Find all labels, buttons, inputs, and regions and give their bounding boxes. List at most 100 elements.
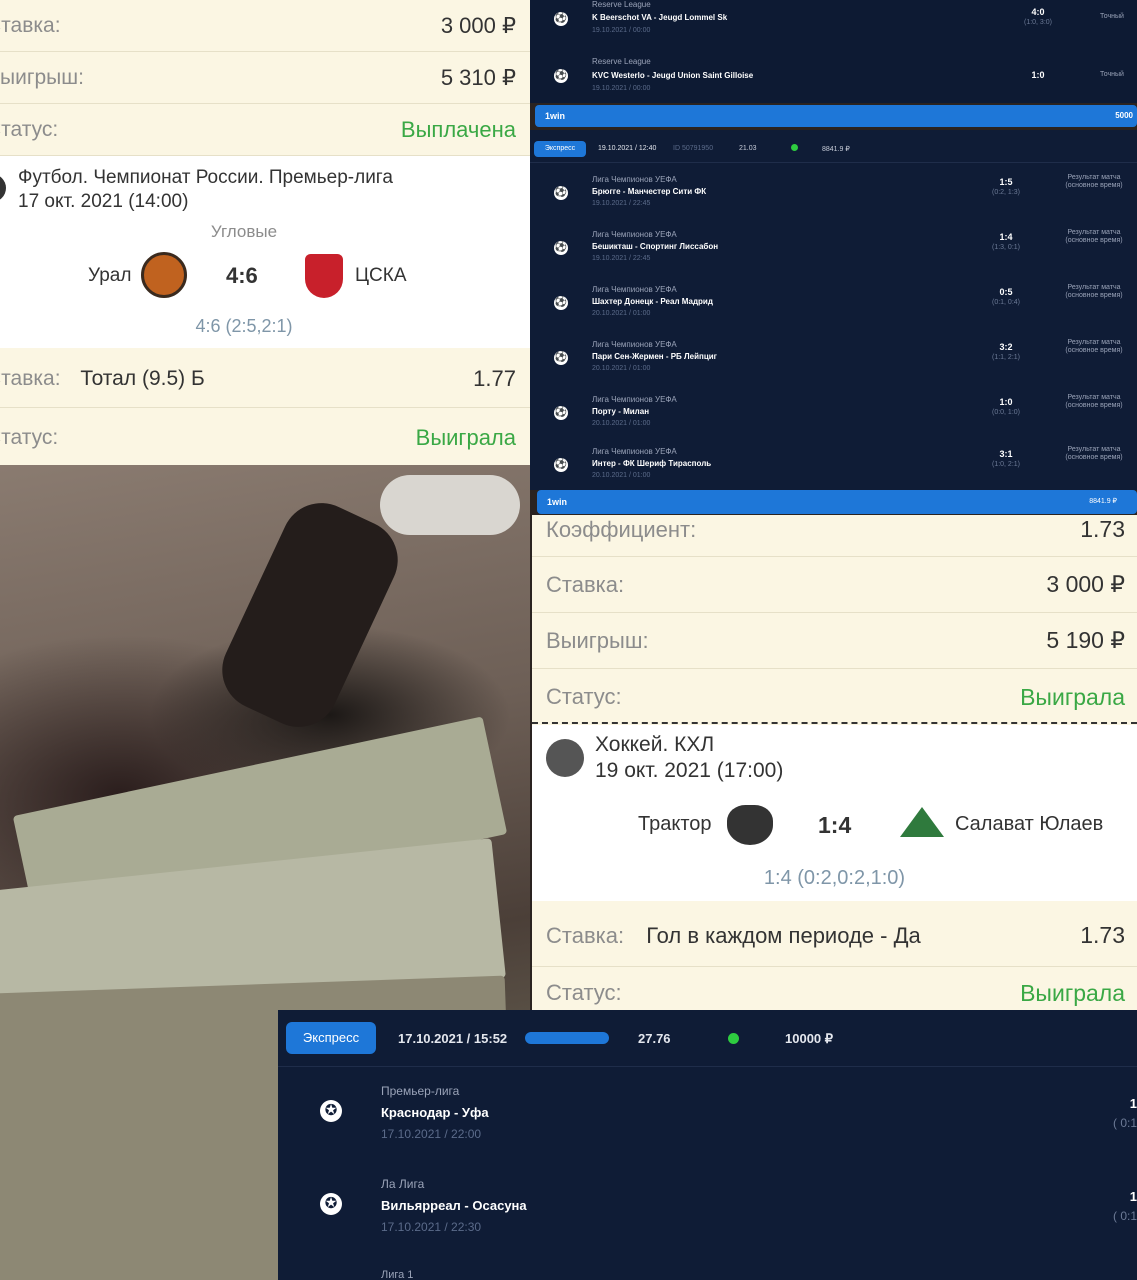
payout-value: 5 310 ₽: [440, 64, 516, 90]
event-league: Лига Чемпионов УЕФА: [592, 285, 677, 294]
football-icon: ⚽: [554, 69, 568, 83]
event-league: Лига Чемпионов УЕФА: [592, 395, 677, 404]
event-score: 1:0: [1031, 70, 1045, 80]
event-market: Результат матча (основное время): [1065, 446, 1123, 461]
match-info: Хоккей. КХЛ 19 окт. 2021 (17:00) Трактор…: [532, 725, 1137, 901]
event-row[interactable]: ⚽ Лига Чемпионов УЕФА Бешикташ - Спортин…: [530, 225, 1137, 277]
score-detail: 4:6 (2:5,2:1): [195, 316, 293, 336]
payout-label: Выигрыш:: [546, 627, 649, 653]
event-row[interactable]: ⚽ Лига Чемпионов УЕФА Брюгге - Манчестер…: [530, 170, 1137, 222]
football-icon: ✪: [320, 1100, 342, 1122]
match-date: 17 окт. 2021 (14:00): [18, 191, 189, 212]
event-row[interactable]: ⚽ Лига Чемпионов УЕФА Пари Сен-Жермен - …: [530, 335, 1137, 387]
event-score-detail: (1:1, 2:1): [991, 354, 1020, 361]
hidden-id-bar: [525, 1032, 609, 1044]
coef-row: Коэффициент: 1.73: [532, 503, 1137, 557]
match-info: Футбол. Чемпионат России. Премьер-лига 1…: [0, 156, 530, 348]
football-icon: ✪: [320, 1193, 342, 1215]
event-market: Точный: [1100, 13, 1124, 20]
event-date: 19.10.2021 / 00:00: [592, 85, 651, 92]
home-team: Урал: [88, 265, 132, 286]
event-row[interactable]: ⚽ Лига Чемпионов УЕФА Порту - Милан 20.1…: [530, 390, 1137, 442]
event-league: Reserve League: [592, 0, 651, 9]
bet-row: Ставка: Тотал (9.5) Б 1.77: [0, 350, 530, 408]
event-date: 17.10.2021 / 22:00: [381, 1127, 482, 1141]
status-value: Выиграла: [1020, 683, 1125, 710]
away-team: ЦСКА: [355, 265, 407, 286]
event-score: 1: [1129, 1189, 1137, 1204]
bet-label-text: Ставка:: [0, 366, 61, 390]
football-icon: ⚽: [554, 241, 568, 255]
event-teams: Вильярреал - Осасуна: [381, 1198, 527, 1213]
bet-selection: Тотал (9.5) Б: [80, 366, 205, 390]
event-league: Премьер-лига: [381, 1084, 460, 1098]
football-icon: [0, 174, 6, 202]
event-league: Ла Лига: [381, 1177, 425, 1191]
event-row[interactable]: ⚽ Лига Чемпионов УЕФА Шахтер Донецк - Ре…: [530, 280, 1137, 332]
event-league: Лига Чемпионов УЕФА: [592, 340, 677, 349]
hockey-puck-icon: [546, 739, 584, 777]
event-market: Результат матча (основное время): [1065, 394, 1123, 409]
event-row[interactable]: Лига 1: [278, 1266, 1137, 1280]
cloth-shape: [380, 475, 520, 535]
bet-card-hockey: Коэффициент: 1.73 Ставка: 3 000 ₽ Выигры…: [532, 515, 1137, 1010]
status-value: Выплачена: [400, 116, 516, 142]
bet-odds: 1.77: [473, 365, 516, 391]
result-row: Статус: Выиграла: [532, 973, 1137, 1013]
event-row[interactable]: ✪ Ла Лига Вильярреал - Осасуна 17.10.202…: [278, 1173, 1137, 1263]
football-icon: ⚽: [554, 458, 568, 472]
event-market: Результат матча (основное время): [1065, 174, 1123, 189]
event-score: 1: [1129, 1096, 1137, 1111]
bet-label: Ставка: Тотал (9.5) Б: [0, 367, 205, 391]
result-row: Статус: Выиграла: [0, 410, 530, 465]
event-date: 20.10.2021 / 01:00: [592, 310, 651, 317]
event-score: 1:5: [999, 177, 1013, 187]
event-date: 20.10.2021 / 01:00: [592, 420, 651, 427]
event-score-detail: (1:0, 3:0): [1023, 19, 1052, 26]
event-teams: K Beerschot VA - Jeugd Lommel Sk: [592, 13, 728, 22]
away-team: Салават Юлаев: [955, 813, 1104, 835]
coef-value: 1.73: [1080, 516, 1125, 542]
football-icon: ⚽: [554, 406, 568, 420]
match-score: 1:4: [818, 812, 852, 838]
event-date: 19.10.2021 / 22:45: [592, 200, 651, 207]
status-label: Статус:: [0, 117, 59, 141]
event-teams: Пари Сен-Жермен - РБ Лейпциг: [592, 352, 718, 361]
stake-label: Ставка:: [546, 571, 625, 597]
cska-logo-icon: [305, 254, 343, 298]
status-dot-icon: [728, 1033, 739, 1044]
divider: [530, 162, 1137, 163]
status-row: Статус: Выплачена: [0, 104, 530, 156]
stake-label: Ставка:: [0, 13, 61, 37]
football-icon: ⚽: [554, 186, 568, 200]
express-amount: 10000 ₽: [785, 1031, 834, 1046]
express-coef: 21.03: [739, 145, 757, 152]
football-icon: ⚽: [554, 12, 568, 26]
status-label: Статус:: [546, 684, 622, 709]
express-tag[interactable]: Экспресс: [286, 1022, 376, 1054]
result-label: Статус:: [546, 980, 622, 1005]
hand-shape: [209, 489, 411, 741]
event-row[interactable]: ⚽ Лига Чемпионов УЕФА Интер - ФК Шериф Т…: [530, 445, 1137, 490]
event-league: Лига Чемпионов УЕФА: [592, 230, 677, 239]
event-row[interactable]: ⚽ Reserve League KVC Westerlo - Jeugd Un…: [530, 52, 1137, 102]
stake-value: 3 000 ₽: [440, 12, 516, 38]
match-title: Футбол. Чемпионат России. Премьер-лига: [18, 167, 393, 188]
bet-history-panel-top: ⚽ Reserve League K Beerschot VA - Jeugd …: [530, 0, 1137, 103]
ural-logo-icon: [141, 252, 187, 298]
bet-card-football: Ставка: 3 000 ₽ Выигрыш: 5 310 ₽ Статус:…: [0, 0, 530, 465]
brand-logo: 1win: [545, 111, 566, 121]
event-teams: Краснодар - Уфа: [381, 1105, 489, 1120]
event-teams: Бешикташ - Спортинг Лиссабон: [592, 242, 719, 251]
express-datetime: 17.10.2021 / 15:52: [398, 1031, 508, 1046]
event-date: 20.10.2021 / 01:00: [592, 365, 651, 372]
express-bet-panel: Экспресс 19.10.2021 / 12:40 ID 50791950 …: [530, 130, 1137, 490]
event-score-detail: (1:3, 0:1): [991, 244, 1020, 251]
event-row[interactable]: ⚽ Reserve League K Beerschot VA - Jeugd …: [530, 0, 1137, 52]
football-icon: ⚽: [554, 296, 568, 310]
express-tag[interactable]: Экспресс: [534, 141, 586, 157]
status-row: Статус: Выиграла: [532, 669, 1137, 725]
express-id: ID 50791950: [673, 145, 714, 152]
payout-row: Выигрыш: 5 310 ₽: [0, 52, 530, 104]
event-row[interactable]: ✪ Премьер-лига Краснодар - Уфа 17.10.202…: [278, 1080, 1137, 1170]
